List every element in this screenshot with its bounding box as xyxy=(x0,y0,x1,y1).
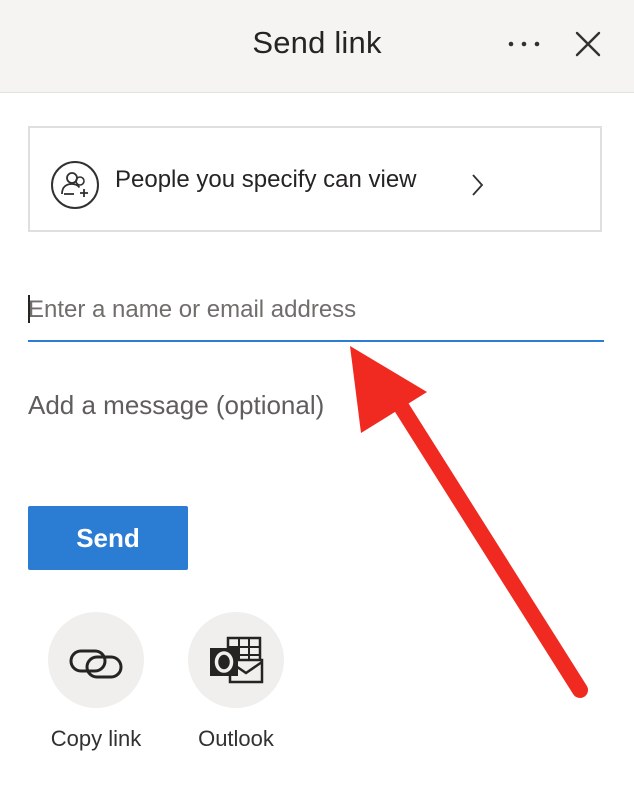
copy-link-circle xyxy=(48,612,144,708)
message-input[interactable] xyxy=(28,386,604,440)
permission-label: People you specify can view xyxy=(115,166,417,193)
message-field xyxy=(28,386,604,446)
outlook-circle xyxy=(188,612,284,708)
people-icon xyxy=(50,160,100,210)
chevron-right-icon xyxy=(468,172,486,198)
outlook-label: Outlook xyxy=(198,726,274,751)
ellipsis-icon xyxy=(508,41,540,47)
more-options-button[interactable] xyxy=(498,24,550,64)
dialog-header: Send link xyxy=(0,0,634,93)
arrow-shaft xyxy=(394,400,588,698)
send-button[interactable]: Send xyxy=(28,506,188,570)
recipient-field xyxy=(28,286,604,342)
outlook-icon xyxy=(210,636,264,684)
send-link-dialog: Send link People you specify can view En… xyxy=(0,0,634,794)
recipient-input[interactable] xyxy=(28,292,598,328)
close-button[interactable] xyxy=(566,22,610,66)
link-permission-selector[interactable]: People you specify can view xyxy=(28,126,602,232)
outlook-button[interactable]: Outlook xyxy=(176,610,296,760)
copy-link-button[interactable]: Copy link xyxy=(36,610,156,760)
link-icon xyxy=(69,649,123,679)
copy-link-label: Copy link xyxy=(50,726,142,751)
close-icon xyxy=(575,31,601,57)
